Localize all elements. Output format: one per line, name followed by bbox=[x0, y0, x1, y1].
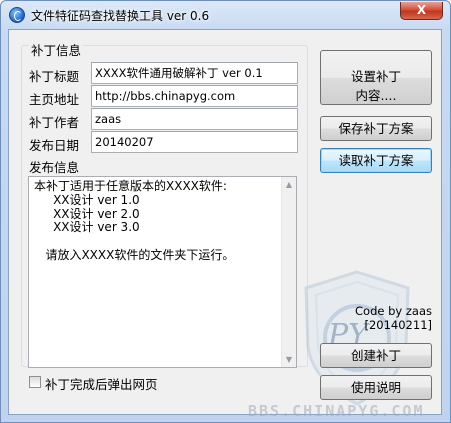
watermark-text: BBS.CHINAPYG.COM bbox=[248, 402, 425, 420]
release-info-textarea[interactable]: 本补丁适用于任意版本的XXXX软件: XX设计 ver 1.0 XX设计 ver… bbox=[28, 176, 297, 368]
title-bar[interactable]: 文件特征码查找替换工具 ver 0.6 X bbox=[1, 1, 450, 29]
credit-author: Code by zaas bbox=[355, 304, 432, 318]
credit-date: [20140211] bbox=[364, 318, 432, 332]
set-patch-content-button[interactable]: 设置补丁 内容.... bbox=[320, 50, 432, 105]
patch-title-label: 补丁标题 bbox=[29, 69, 80, 84]
release-date-label: 发布日期 bbox=[29, 138, 80, 153]
homepage-input[interactable]: http://bbs.chinapyg.com bbox=[91, 85, 298, 107]
set-patch-content-line2: 内容.... bbox=[355, 88, 397, 103]
set-patch-content-line1: 设置补丁 bbox=[350, 69, 401, 84]
app-icon bbox=[9, 7, 25, 23]
patch-title-input[interactable]: XXXX软件通用破解补丁 ver 0.1 bbox=[91, 62, 298, 84]
release-info-text: 本补丁适用于任意版本的XXXX软件: XX设计 ver 1.0 XX设计 ver… bbox=[34, 179, 235, 262]
author-input[interactable]: zaas bbox=[91, 108, 298, 130]
memo-scrollbar[interactable]: ▲ ▼ bbox=[281, 177, 296, 367]
close-button[interactable]: X bbox=[400, 2, 443, 20]
scroll-up-arrow-icon[interactable]: ▲ bbox=[282, 177, 296, 192]
patch-info-group-label: 补丁信息 bbox=[29, 40, 84, 59]
release-date-input[interactable]: 20140207 bbox=[91, 131, 298, 153]
author-label: 补丁作者 bbox=[29, 115, 80, 130]
open-webpage-checkbox[interactable] bbox=[29, 376, 41, 388]
scroll-down-arrow-icon[interactable]: ▼ bbox=[282, 352, 296, 367]
homepage-label: 主页地址 bbox=[29, 92, 80, 107]
save-scheme-button[interactable]: 保存补丁方案 bbox=[320, 116, 432, 141]
help-button[interactable]: 使用说明 bbox=[320, 375, 432, 400]
load-scheme-button[interactable]: 读取补丁方案 bbox=[320, 148, 432, 173]
window-title: 文件特征码查找替换工具 ver 0.6 bbox=[31, 9, 210, 23]
open-webpage-checkbox-label[interactable]: 补丁完成后弹出网页 bbox=[45, 374, 158, 393]
release-info-label: 发布信息 bbox=[29, 160, 80, 175]
create-patch-button[interactable]: 创建补丁 bbox=[320, 343, 432, 368]
